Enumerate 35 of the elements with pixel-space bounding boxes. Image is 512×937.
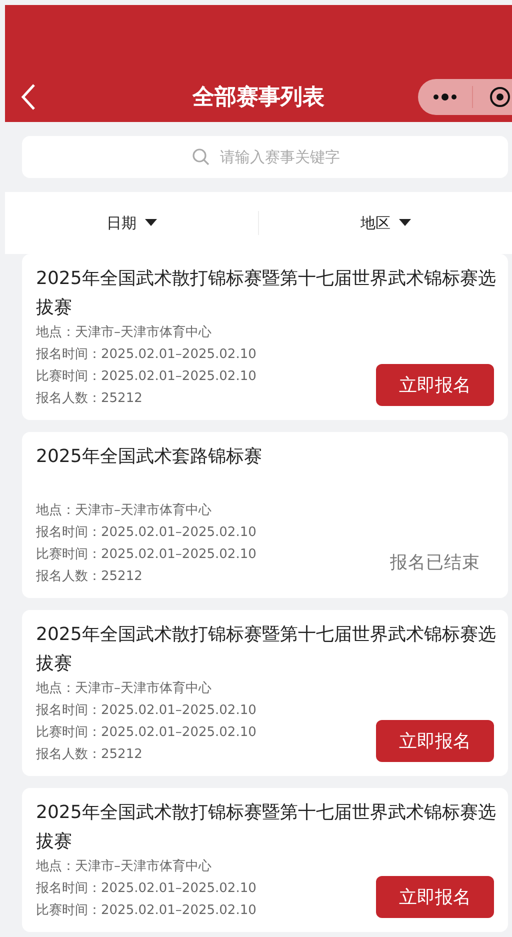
status-text: 报名已结束 [390,552,480,574]
event-detail: 比赛时间：2025.02.01–2025.02.10 [36,902,256,920]
event-detail: 报名时间：2025.02.01–2025.02.10 [36,524,256,542]
event-detail: 报名时间：2025.02.01–2025.02.10 [36,346,256,364]
event-detail: 比赛时间：2025.02.01–2025.02.10 [36,546,256,564]
event-title: 2025年全国武术散打锦标赛暨第十七届世界武术锦标赛选拔赛 [36,801,497,854]
caret-icon [398,219,410,227]
event-detail: 比赛时间：2025.02.01–2025.02.10 [36,368,256,386]
event-detail: 地点：天津市–天津市体育中心 [36,502,212,520]
page-title: 全部赛事列表 [192,84,324,112]
event-detail: 报名时间：2025.02.01–2025.02.10 [36,702,256,720]
event-detail: 地点：天津市–天津市体育中心 [36,858,212,876]
search-field[interactable]: 请输入赛事关键字 [22,136,508,178]
event-detail: 报名时间：2025.02.01–2025.02.10 [36,880,256,898]
event-detail: 地点：天津市–天津市体育中心 [36,324,212,342]
event-title: 2025年全国武术散打锦标赛暨第十七届世界武术锦标赛选拔赛 [36,623,497,676]
event-card[interactable]: 2025年全国武术散打锦标赛暨第十七届世界武术锦标赛选拔赛 地点：天津市–天津市体育中心 报名时间：2025.02.01–2025.02.10 比赛时间：2025.02.01–2025.02.10 报名人数：25212 立即报名 [22,610,508,776]
event-detail: 报名人数：25212 [36,746,142,764]
event-title: 2025年全国武术散打锦标赛暨第十七届世界武术锦标赛选拔赛 [36,267,497,320]
event-card[interactable]: 2025年全国武术散打锦标赛暨第十七届世界武术锦标赛选拔赛 地点：天津市–天津市体育中心 报名时间：2025.02.01–2025.02.10 比赛时间：2025.02.01–2025.02.10 立即报名 [22,788,508,932]
register-button[interactable]: 立即报名 [376,364,494,406]
register-button[interactable]: 立即报名 [376,720,494,762]
event-card[interactable]: 2025年全国武术套路锦标赛 地点：天津市–天津市体育中心 报名时间：2025.02.01–2025.02.10 比赛时间：2025.02.01–2025.02.10 报名人数：25212 报名已结束 [22,432,508,598]
target-icon[interactable] [489,86,511,108]
caret-icon [144,219,156,227]
event-detail: 报名人数：25212 [36,390,142,408]
event-card[interactable]: 2025年全国武术散打锦标赛暨第十七届世界武术锦标赛选拔赛 地点：天津市–天津市体育中心 报名时间：2025.02.01–2025.02.10 比赛时间：2025.02.01–2025.02.10 报名人数：25212 立即报名 [22,254,508,420]
register-button[interactable]: 立即报名 [376,876,494,918]
event-detail: 报名人数：25212 [36,568,142,586]
filter-dropdown[interactable]: 日期 [5,210,258,236]
filter-dropdown[interactable]: 地区 [259,210,512,236]
event-detail: 比赛时间：2025.02.01–2025.02.10 [36,724,256,742]
event-detail: 地点：天津市–天津市体育中心 [36,680,212,698]
event-title: 2025年全国武术套路锦标赛 [36,445,263,469]
search-icon [192,148,210,166]
